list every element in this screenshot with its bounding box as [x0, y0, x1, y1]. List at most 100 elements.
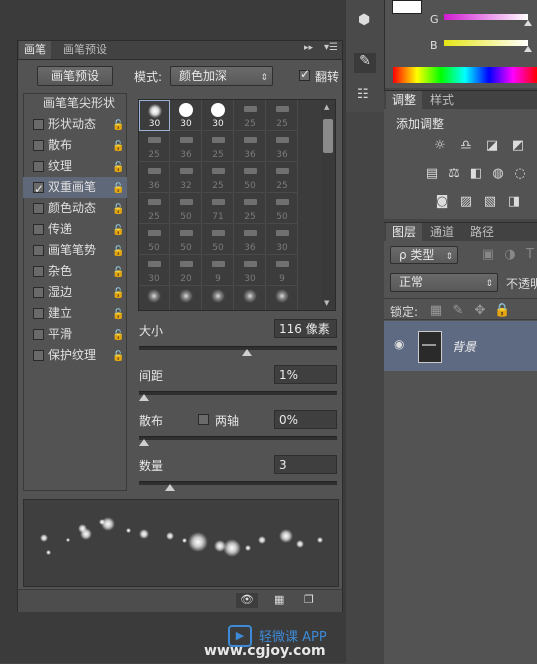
brush-option-row[interactable]: 画笔笔尖形状 — [23, 93, 127, 114]
brush-tip-cell[interactable]: 36 — [267, 131, 298, 162]
brush-tip-cell[interactable]: 36 — [139, 162, 170, 193]
lock-icon[interactable]: 🔓 — [112, 220, 124, 241]
brush-tip-cell[interactable]: 25 — [203, 162, 234, 193]
lock-pixels-icon[interactable]: ✎ — [450, 304, 466, 318]
lock-icon[interactable]: 🔓 — [112, 115, 124, 136]
brush-tip-cell[interactable]: 30 — [139, 100, 170, 131]
grid-scrollbar[interactable]: ▲ ▼ — [321, 101, 335, 309]
lock-icon[interactable]: 🔓 — [112, 199, 124, 220]
lock-icon[interactable]: 🔓 — [112, 346, 124, 367]
brush-option-checkbox[interactable] — [33, 329, 44, 340]
color-balance-icon[interactable]: ⚖ — [446, 167, 462, 181]
blend-mode-select[interactable]: 正常 ⇕ — [390, 273, 498, 292]
brush-option-checkbox[interactable] — [33, 350, 44, 361]
brush-option-checkbox[interactable] — [33, 119, 44, 130]
brush-option-row[interactable]: 形状动态 🔓 — [23, 114, 127, 135]
lock-all-icon[interactable]: 🔒 — [494, 304, 510, 318]
brush-option-checkbox[interactable] — [33, 245, 44, 256]
curves-icon[interactable]: ◪ — [484, 139, 500, 153]
brush-option-checkbox[interactable] — [33, 287, 44, 298]
brush-option-checkbox[interactable] — [33, 203, 44, 214]
brush-option-row[interactable]: 颜色动态 🔓 — [23, 198, 127, 219]
brush-option-row[interactable]: 传递 🔓 — [23, 219, 127, 240]
brush-tip-cell[interactable] — [139, 286, 170, 310]
brush-tip-cell[interactable] — [267, 286, 298, 310]
brush-tip-cell[interactable]: 50 — [235, 162, 266, 193]
size-field[interactable]: 116 像素 — [274, 319, 337, 338]
lock-position-icon[interactable]: ✥ — [472, 304, 488, 318]
brush-option-row[interactable]: 双重画笔 🔓 — [23, 177, 127, 200]
brush-tip-cell[interactable]: 71 — [203, 193, 234, 224]
collapse-icon[interactable]: ▸▸ — [304, 43, 313, 53]
brush-tip-cell[interactable] — [171, 286, 202, 310]
lock-icon[interactable]: 🔓 — [112, 178, 124, 199]
scatter-slider-thumb[interactable] — [139, 439, 149, 446]
channel-mixer-icon[interactable]: ◌ — [512, 167, 528, 181]
black-white-icon[interactable]: ◧ — [468, 167, 484, 181]
brush-tip-cell[interactable] — [235, 286, 266, 310]
tab-adjustments[interactable]: 调整 — [386, 91, 423, 109]
brush-option-checkbox[interactable] — [33, 179, 44, 200]
brush-tip-cell[interactable]: 50 — [267, 193, 298, 224]
brush-tip-cell[interactable]: 9 — [267, 255, 298, 286]
layer-filter-select[interactable]: ρ 类型 ⇕ — [390, 246, 458, 264]
brush-tip-cell[interactable]: 25 — [139, 131, 170, 162]
lock-icon[interactable]: 🔓 — [112, 304, 124, 325]
brush-option-row[interactable]: 画笔笔势 🔓 — [23, 240, 127, 261]
brush-tip-cell[interactable]: 30 — [267, 224, 298, 255]
brush-option-row[interactable]: 纹理 🔓 — [23, 156, 127, 177]
brush-tip-cell[interactable]: 30 — [203, 100, 234, 131]
cube-3d-icon[interactable]: ⬢ — [358, 12, 370, 28]
panel-menu-icon[interactable]: ▾☰ — [324, 42, 338, 53]
brush-tip-cell[interactable]: 50 — [139, 224, 170, 255]
brush-tip-cell[interactable]: 20 — [171, 255, 202, 286]
brush-presets-button[interactable]: 画笔预设 — [37, 66, 113, 86]
brush-option-row[interactable]: 保护纹理 🔓 — [23, 345, 127, 366]
g-channel-bar[interactable] — [444, 14, 528, 20]
pixel-filter-icon[interactable]: ▣ — [480, 248, 496, 262]
brush-option-row[interactable]: 杂色 🔓 — [23, 261, 127, 282]
type-filter-icon[interactable]: T — [522, 248, 537, 262]
posterize-icon[interactable]: ▨ — [458, 195, 474, 209]
brush-panel-icon[interactable]: ✎ — [354, 53, 376, 73]
exposure-icon[interactable]: ◩ — [510, 139, 526, 153]
brush-option-row[interactable]: 建立 🔓 — [23, 303, 127, 324]
lock-icon[interactable]: 🔓 — [112, 136, 124, 157]
brush-tip-cell[interactable]: 25 — [203, 131, 234, 162]
tab-brush[interactable]: 画笔 — [19, 41, 51, 59]
tab-styles[interactable]: 样式 — [424, 91, 460, 109]
invert-icon[interactable]: ◙ — [434, 195, 450, 209]
brush-tip-cell[interactable]: 36 — [235, 131, 266, 162]
brush-tip-cell[interactable]: 30 — [235, 255, 266, 286]
layer-row-background[interactable]: ◉ 背景 — [384, 321, 537, 371]
brush-tip-cell[interactable]: 50 — [171, 193, 202, 224]
brush-tip-cell[interactable]: 30 — [139, 255, 170, 286]
count-field[interactable]: 3 — [274, 455, 337, 474]
photo-filter-icon[interactable]: ◍ — [490, 167, 506, 181]
lock-icon[interactable]: 🔓 — [112, 241, 124, 262]
scatter-slider-track[interactable] — [139, 436, 337, 440]
brush-tip-cell[interactable]: 25 — [235, 193, 266, 224]
visibility-eye-icon[interactable]: ◉ — [394, 337, 404, 351]
lock-transparency-icon[interactable]: ▦ — [428, 304, 444, 318]
scatter-field[interactable]: 0% — [274, 410, 337, 429]
threshold-icon[interactable]: ▧ — [482, 195, 498, 209]
foreground-color-swatch[interactable] — [392, 0, 422, 14]
toggle-hard-bristle-preview-icon[interactable]: 👁 — [236, 593, 258, 608]
brightness-icon[interactable]: ☼ — [432, 139, 448, 153]
brush-tip-cell[interactable]: 9 — [203, 255, 234, 286]
brush-tip-cell[interactable] — [203, 286, 234, 310]
both-axes-checkbox[interactable] — [198, 414, 209, 425]
levels-icon[interactable]: ♎ — [458, 139, 474, 153]
b-channel-thumb[interactable] — [524, 46, 532, 52]
adjustment-filter-icon[interactable]: ◑ — [502, 248, 518, 262]
brush-tip-cell[interactable]: 36 — [171, 131, 202, 162]
b-channel-bar[interactable] — [444, 40, 528, 46]
size-slider-thumb[interactable] — [242, 349, 253, 356]
flip-checkbox[interactable] — [299, 67, 310, 81]
tab-layers[interactable]: 图层 — [386, 223, 423, 241]
brush-option-row[interactable]: 湿边 🔓 — [23, 282, 127, 303]
brush-tip-cell[interactable]: 25 — [267, 100, 298, 131]
brush-tip-cell[interactable]: 50 — [203, 224, 234, 255]
brush-tip-cell[interactable]: 30 — [171, 100, 202, 131]
